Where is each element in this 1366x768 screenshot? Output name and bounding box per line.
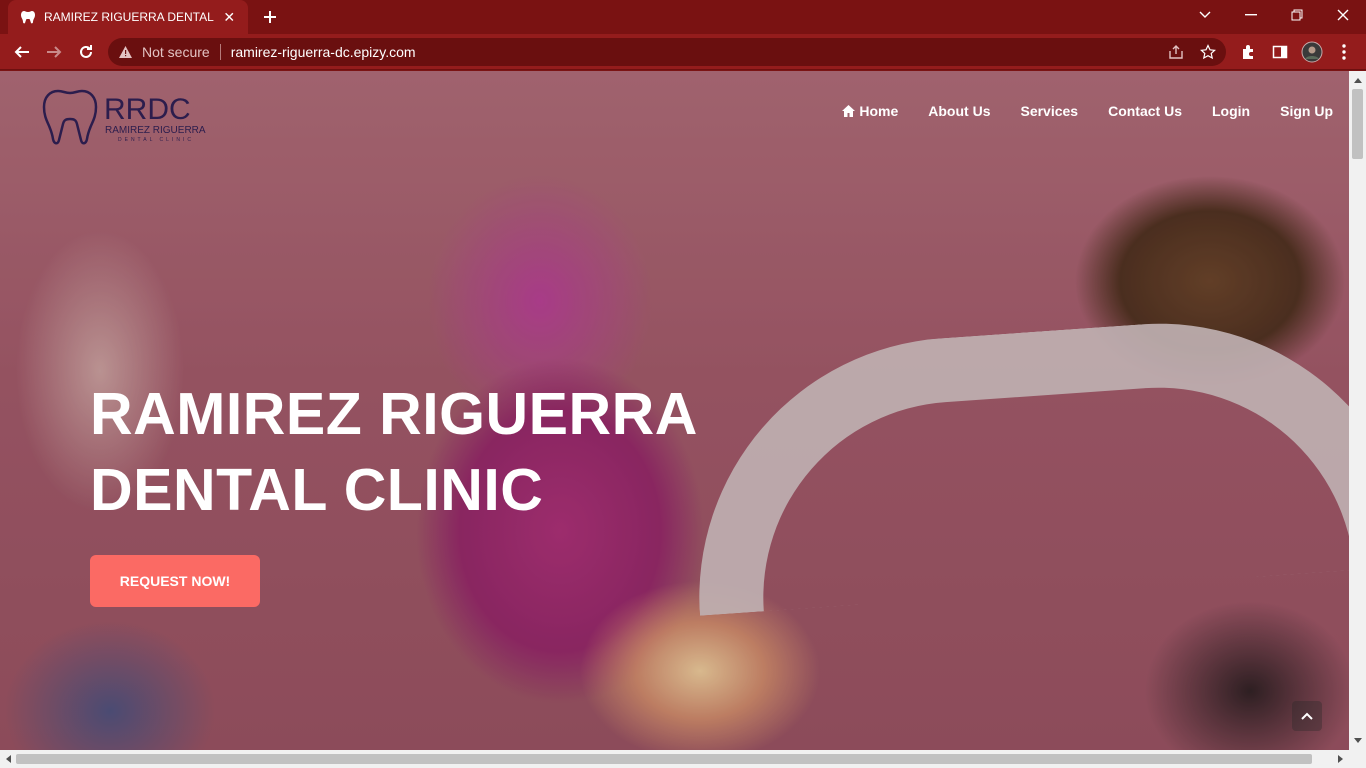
tab-search-chevron-icon[interactable] bbox=[1182, 0, 1228, 30]
nav-home[interactable]: Home bbox=[842, 103, 898, 119]
hero-title-line2: DENTAL CLINIC bbox=[90, 457, 544, 523]
nav-sign-up[interactable]: Sign Up bbox=[1280, 103, 1333, 119]
tab-title: RAMIREZ RIGUERRA DENTAL CLINIC bbox=[44, 10, 217, 24]
home-icon bbox=[842, 105, 856, 117]
back-to-top-button[interactable] bbox=[1292, 701, 1322, 731]
logo-line1: RAMIREZ RIGUERRA bbox=[105, 125, 206, 136]
menu-kebab-icon[interactable] bbox=[1330, 38, 1358, 66]
scroll-right-arrow-icon[interactable] bbox=[1334, 752, 1348, 766]
vertical-scroll-thumb[interactable] bbox=[1352, 89, 1363, 159]
tab-close-icon[interactable]: ✕ bbox=[221, 8, 238, 26]
scroll-down-arrow-icon[interactable] bbox=[1351, 734, 1365, 748]
site-logo[interactable]: RRDC RAMIREZ RIGUERRA DENTAL CLINIC bbox=[38, 85, 208, 149]
logo-line2: DENTAL CLINIC bbox=[118, 137, 194, 143]
reload-button[interactable] bbox=[72, 38, 100, 66]
nav-services[interactable]: Services bbox=[1020, 103, 1078, 119]
extensions-icon[interactable] bbox=[1234, 38, 1262, 66]
omnibox-divider bbox=[219, 44, 221, 60]
hero-title: RAMIREZ RIGUERRA DENTAL CLINIC bbox=[90, 376, 698, 528]
tab-strip: RAMIREZ RIGUERRA DENTAL CLINIC ✕ bbox=[0, 0, 1366, 34]
hero-title-line1: RAMIREZ RIGUERRA bbox=[90, 381, 698, 447]
forward-button[interactable] bbox=[40, 38, 68, 66]
nav-about-us[interactable]: About Us bbox=[928, 103, 990, 119]
main-nav: Home About Us Services Contact Us Login … bbox=[842, 103, 1333, 119]
minimize-button[interactable] bbox=[1228, 0, 1274, 30]
browser-tab[interactable]: RAMIREZ RIGUERRA DENTAL CLINIC ✕ bbox=[8, 0, 248, 34]
scroll-up-arrow-icon[interactable] bbox=[1351, 73, 1365, 87]
new-tab-button[interactable] bbox=[258, 6, 282, 28]
close-window-button[interactable] bbox=[1320, 0, 1366, 30]
tooth-favicon-icon bbox=[20, 9, 36, 25]
horizontal-scrollbar[interactable] bbox=[0, 750, 1366, 768]
page-viewport: RRDC RAMIREZ RIGUERRA DENTAL CLINIC Home… bbox=[0, 71, 1349, 750]
side-panel-icon[interactable] bbox=[1266, 38, 1294, 66]
url-text[interactable]: ramirez-riguerra-dc.epizy.com bbox=[231, 44, 416, 60]
request-now-button[interactable]: REQUEST NOW! bbox=[90, 555, 260, 607]
browser-toolbar: Not secure ramirez-riguerra-dc.epizy.com bbox=[0, 34, 1366, 70]
horizontal-scroll-thumb[interactable] bbox=[16, 754, 1312, 764]
address-bar[interactable]: Not secure ramirez-riguerra-dc.epizy.com bbox=[108, 38, 1226, 66]
logo-abbr: RRDC bbox=[104, 93, 191, 126]
profile-avatar[interactable] bbox=[1298, 38, 1326, 66]
restore-button[interactable] bbox=[1274, 0, 1320, 30]
chevron-up-icon bbox=[1301, 712, 1313, 720]
security-label[interactable]: Not secure bbox=[142, 44, 210, 60]
nav-contact-us[interactable]: Contact Us bbox=[1108, 103, 1182, 119]
share-icon[interactable] bbox=[1166, 43, 1186, 61]
back-button[interactable] bbox=[8, 38, 36, 66]
scroll-left-arrow-icon[interactable] bbox=[1, 752, 15, 766]
vertical-scrollbar[interactable] bbox=[1349, 71, 1366, 750]
warning-icon[interactable] bbox=[118, 44, 134, 60]
nav-home-label: Home bbox=[859, 103, 899, 119]
nav-login[interactable]: Login bbox=[1212, 103, 1250, 119]
bookmark-star-icon[interactable] bbox=[1198, 43, 1218, 61]
